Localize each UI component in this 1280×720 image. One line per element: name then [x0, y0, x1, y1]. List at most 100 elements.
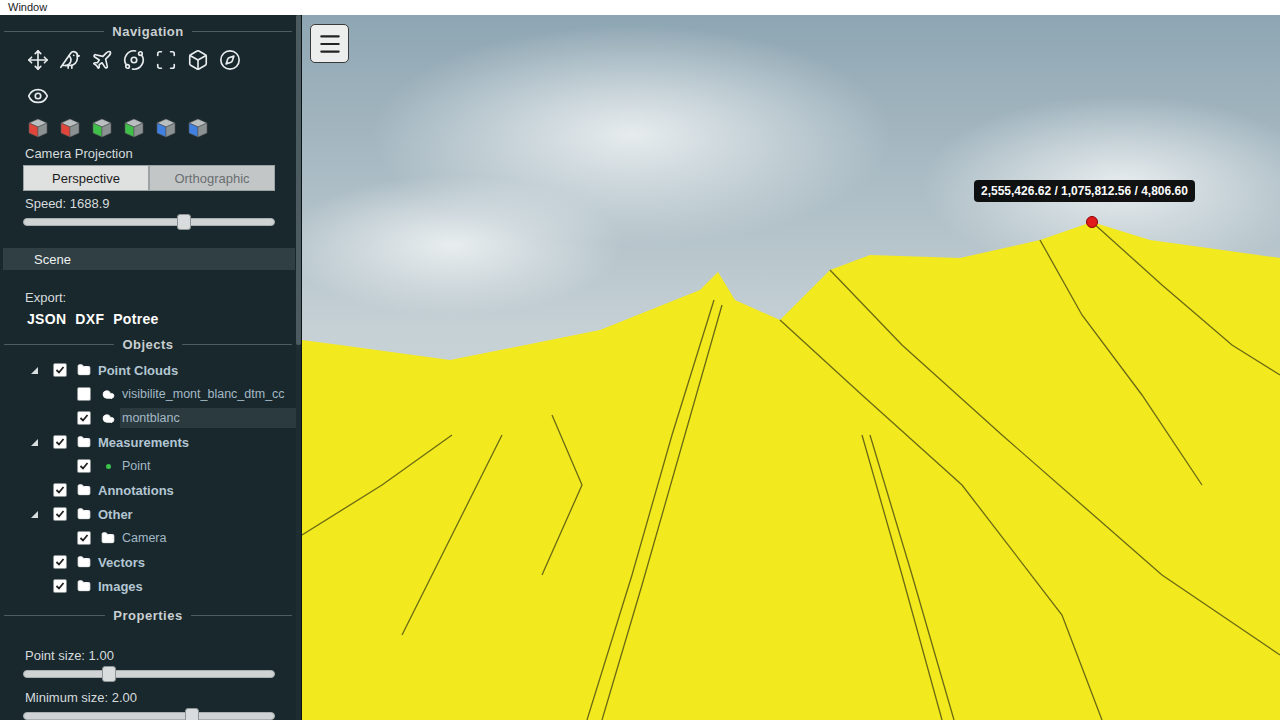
speed-label: Speed: 1688.9: [0, 196, 296, 212]
tree-label[interactable]: Point: [120, 456, 296, 476]
folder-icon: [77, 507, 91, 521]
tree-row[interactable]: Point: [0, 454, 296, 478]
visibility-checkbox[interactable]: [53, 555, 67, 569]
tree-label[interactable]: montblanc: [120, 408, 296, 428]
tree-row[interactable]: Images: [0, 574, 296, 598]
slider-thumb[interactable]: [102, 666, 116, 682]
tree-row[interactable]: Annotations: [0, 478, 296, 502]
camera-projection-label: Camera Projection: [0, 146, 296, 162]
expanded-arrow-icon: [31, 367, 38, 374]
object-tree: Point Clouds visibilite_mont_blanc_dtm_cc…: [0, 358, 296, 598]
checkmark-icon: [55, 485, 65, 495]
visibility-checkbox[interactable]: [53, 483, 67, 497]
scrollbar-thumb[interactable]: [296, 15, 301, 345]
visibility-checkbox[interactable]: [53, 363, 67, 377]
visibility-checkbox[interactable]: [77, 387, 91, 401]
compass-icon: [219, 49, 241, 71]
measurement-point-marker[interactable]: [1086, 216, 1098, 228]
export-link[interactable]: Potree: [113, 311, 158, 327]
property-slider[interactable]: [23, 670, 275, 678]
projection-option[interactable]: Perspective: [23, 165, 149, 191]
tree-label[interactable]: Annotations: [96, 480, 296, 501]
tree-row[interactable]: Other: [0, 502, 296, 526]
sidebar-content: NavigationCamera ProjectionPerspectiveOr…: [0, 15, 296, 720]
tree-label[interactable]: Other: [96, 504, 296, 525]
folder-icon: [77, 579, 91, 593]
visibility-checkbox[interactable]: [77, 531, 91, 545]
expander: [50, 388, 66, 400]
tool-button[interactable]: [25, 46, 51, 74]
tool-button[interactable]: [121, 46, 147, 74]
cube-view-icon: [187, 49, 209, 71]
expander[interactable]: [26, 364, 42, 376]
view-button[interactable]: [121, 116, 147, 140]
cloud-icon: [102, 412, 115, 425]
scene-header[interactable]: Scene: [3, 248, 295, 270]
tree-row[interactable]: Measurements: [0, 430, 296, 454]
view-cube-icon: [59, 117, 81, 139]
expander: [26, 484, 42, 496]
menu-button[interactable]: [310, 24, 349, 63]
view-button[interactable]: [185, 116, 211, 140]
visibility-checkbox[interactable]: [53, 507, 67, 521]
expander[interactable]: [26, 436, 42, 448]
tree-row[interactable]: Point Clouds: [0, 358, 296, 382]
item-icon: [77, 435, 91, 449]
properties-header: Properties: [0, 607, 296, 624]
export-formats: JSON DXF Potree: [0, 311, 296, 327]
visibility-checkbox[interactable]: [77, 411, 91, 425]
navigation-tools: [0, 46, 296, 74]
export-link[interactable]: DXF: [75, 311, 104, 327]
view-cube-icon: [27, 117, 49, 139]
fly-icon: [59, 49, 81, 71]
tree-label[interactable]: visibilite_mont_blanc_dtm_cc: [120, 384, 296, 404]
tool-button[interactable]: [89, 46, 115, 74]
visibility-checkbox[interactable]: [53, 579, 67, 593]
tree-row[interactable]: montblanc: [0, 406, 296, 430]
expander[interactable]: [26, 508, 42, 520]
projection-option[interactable]: Orthographic: [149, 165, 275, 191]
view-cube-icon: [187, 117, 209, 139]
speed-slider[interactable]: [23, 218, 275, 226]
view-cubes: [0, 116, 296, 140]
tree-label[interactable]: Camera: [120, 528, 296, 548]
tree-label[interactable]: Point Clouds: [96, 360, 296, 381]
title-bar: Window: [0, 0, 1280, 15]
view-button[interactable]: [89, 116, 115, 140]
orbit-icon: [123, 49, 145, 71]
view-button[interactable]: [153, 116, 179, 140]
tool-button[interactable]: [57, 46, 83, 74]
expander: [26, 556, 42, 568]
objects-header: Objects: [0, 336, 296, 353]
tree-row[interactable]: visibilite_mont_blanc_dtm_cc: [0, 382, 296, 406]
tool-button[interactable]: [25, 82, 51, 110]
sidebar: NavigationCamera ProjectionPerspectiveOr…: [0, 15, 302, 720]
view-button[interactable]: [25, 116, 51, 140]
scrollbar[interactable]: [296, 15, 301, 720]
visibility-tools: [0, 82, 296, 110]
view-button[interactable]: [57, 116, 83, 140]
item-icon: [101, 531, 115, 545]
property-label: Minimum size: 2.00: [0, 690, 296, 706]
slider-thumb[interactable]: [177, 214, 191, 230]
camera-projection-toggle: PerspectiveOrthographic: [23, 165, 275, 191]
tool-button[interactable]: [153, 46, 179, 74]
visibility-checkbox[interactable]: [77, 459, 91, 473]
folder-icon: [101, 531, 115, 545]
3d-viewport[interactable]: 2,555,426.62 / 1,075,812.56 / 4,806.60: [302, 15, 1280, 720]
item-icon: [77, 363, 91, 377]
checkmark-icon: [79, 461, 89, 471]
tree-row[interactable]: Vectors: [0, 550, 296, 574]
export-label: Export:: [0, 290, 296, 306]
visibility-checkbox[interactable]: [53, 435, 67, 449]
tree-label[interactable]: Vectors: [96, 552, 296, 573]
export-link[interactable]: JSON: [27, 311, 66, 327]
tree-row[interactable]: Camera: [0, 526, 296, 550]
slider-thumb[interactable]: [185, 708, 199, 720]
tree-label[interactable]: Measurements: [96, 432, 296, 453]
tree-label[interactable]: Images: [96, 576, 296, 597]
tool-button[interactable]: [217, 46, 243, 74]
menu-icon: [317, 31, 343, 57]
property-slider[interactable]: [23, 712, 275, 720]
tool-button[interactable]: [185, 46, 211, 74]
